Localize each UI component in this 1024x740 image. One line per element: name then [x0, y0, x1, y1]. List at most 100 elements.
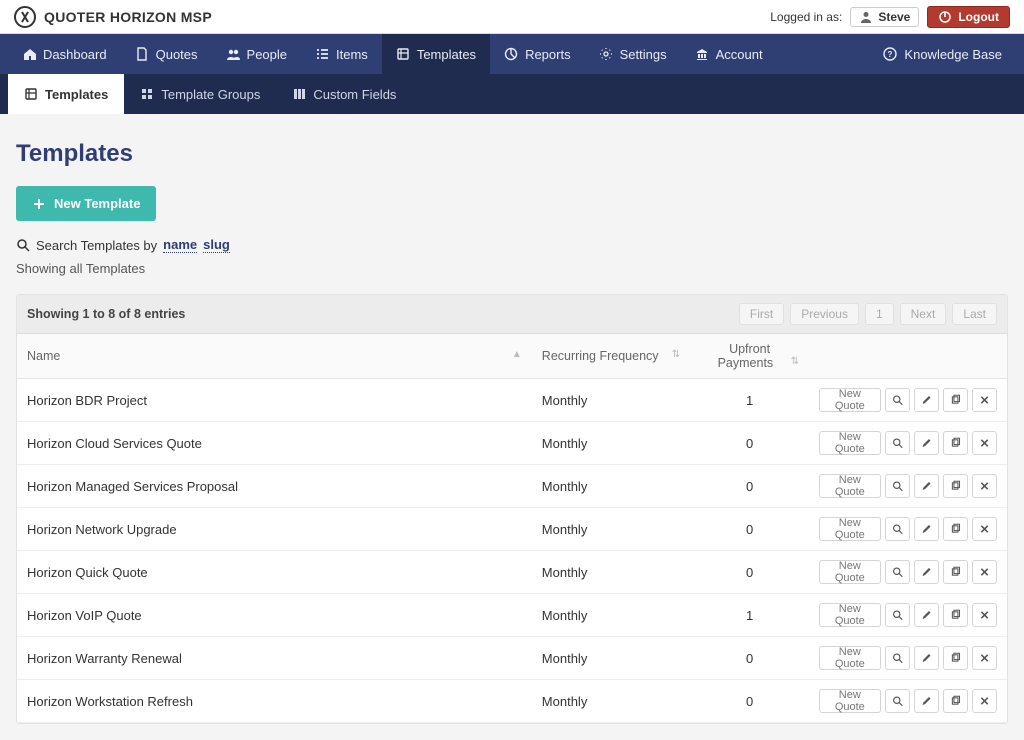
delete-button[interactable]: [972, 431, 997, 455]
nav-templates[interactable]: Templates: [382, 34, 490, 74]
view-button[interactable]: [885, 517, 910, 541]
pager-previous[interactable]: Previous: [790, 303, 859, 325]
copy-icon: [950, 436, 961, 450]
nav-items[interactable]: Items: [301, 34, 382, 74]
new-quote-button[interactable]: New Quote: [819, 646, 881, 670]
nav-reports-label: Reports: [525, 47, 571, 62]
nav-reports[interactable]: Reports: [490, 34, 585, 74]
row-actions: New Quote: [819, 431, 997, 455]
edit-button[interactable]: [914, 646, 939, 670]
copy-icon: [950, 608, 961, 622]
bank-icon: [695, 47, 709, 61]
nav-settings[interactable]: Settings: [585, 34, 681, 74]
copy-icon: [950, 565, 961, 579]
edit-button[interactable]: [914, 560, 939, 584]
entries-text: Showing 1 to 8 of 8 entries: [27, 307, 185, 321]
col-freq[interactable]: Recurring Frequency ⇅: [532, 334, 690, 379]
cell-freq: Monthly: [532, 508, 690, 551]
search-prefix: Search Templates by: [36, 238, 157, 253]
sort-icon: ⇅: [672, 349, 680, 360]
search-by-name-link[interactable]: name: [163, 237, 197, 253]
cell-upfront: 0: [690, 551, 809, 594]
pencil-icon: [921, 479, 932, 493]
logout-label: Logout: [958, 10, 999, 24]
search-icon: [892, 651, 903, 665]
nav-account[interactable]: Account: [681, 34, 777, 74]
cell-freq: Monthly: [532, 422, 690, 465]
new-quote-button[interactable]: New Quote: [819, 388, 881, 412]
pager-page-1[interactable]: 1: [865, 303, 894, 325]
new-quote-button[interactable]: New Quote: [819, 474, 881, 498]
view-button[interactable]: [885, 431, 910, 455]
cell-upfront: 0: [690, 680, 809, 723]
new-quote-button[interactable]: New Quote: [819, 431, 881, 455]
nav-items-label: Items: [336, 47, 368, 62]
search-row: Search Templates by name slug: [16, 237, 1008, 253]
new-quote-button[interactable]: New Quote: [819, 603, 881, 627]
user-name: Steve: [878, 10, 910, 24]
duplicate-button[interactable]: [943, 560, 968, 584]
cell-name: Horizon VoIP Quote: [17, 594, 532, 637]
cell-freq: Monthly: [532, 594, 690, 637]
col-name[interactable]: Name ▲: [17, 334, 532, 379]
cell-freq: Monthly: [532, 680, 690, 723]
logout-button[interactable]: Logout: [927, 6, 1010, 28]
delete-button[interactable]: [972, 560, 997, 584]
col-upfront-label: Upfront Payments: [718, 342, 774, 370]
new-quote-button[interactable]: New Quote: [819, 560, 881, 584]
edit-button[interactable]: [914, 474, 939, 498]
table-row: Horizon Cloud Services QuoteMonthly0New …: [17, 422, 1007, 465]
edit-button[interactable]: [914, 603, 939, 627]
user-chip[interactable]: Steve: [850, 7, 919, 27]
nav-quotes[interactable]: Quotes: [121, 34, 212, 74]
delete-button[interactable]: [972, 474, 997, 498]
new-quote-button[interactable]: New Quote: [819, 517, 881, 541]
delete-button[interactable]: [972, 646, 997, 670]
nav-people[interactable]: People: [212, 34, 301, 74]
duplicate-button[interactable]: [943, 646, 968, 670]
delete-button[interactable]: [972, 603, 997, 627]
subnav-templates[interactable]: Templates: [8, 74, 124, 114]
delete-button[interactable]: [972, 388, 997, 412]
view-button[interactable]: [885, 689, 910, 713]
duplicate-button[interactable]: [943, 474, 968, 498]
duplicate-button[interactable]: [943, 517, 968, 541]
new-template-label: New Template: [54, 196, 140, 211]
duplicate-button[interactable]: [943, 388, 968, 412]
duplicate-button[interactable]: [943, 431, 968, 455]
new-quote-button[interactable]: New Quote: [819, 689, 881, 713]
delete-button[interactable]: [972, 517, 997, 541]
view-button[interactable]: [885, 474, 910, 498]
edit-button[interactable]: [914, 388, 939, 412]
pager-first[interactable]: First: [739, 303, 784, 325]
search-icon: [892, 608, 903, 622]
nav-dashboard[interactable]: Dashboard: [8, 34, 121, 74]
brand-name: QUOTER HORIZON MSP: [44, 9, 212, 25]
duplicate-button[interactable]: [943, 603, 968, 627]
template-icon: [24, 87, 38, 101]
col-upfront[interactable]: Upfront Payments ⇅: [690, 334, 809, 379]
view-button[interactable]: [885, 560, 910, 584]
edit-button[interactable]: [914, 431, 939, 455]
pager-next[interactable]: Next: [900, 303, 947, 325]
sort-asc-icon: ▲: [512, 349, 522, 360]
duplicate-button[interactable]: [943, 689, 968, 713]
edit-button[interactable]: [914, 689, 939, 713]
subnav-custom-fields[interactable]: Custom Fields: [276, 74, 412, 114]
search-by-slug-link[interactable]: slug: [203, 237, 230, 253]
pager-last[interactable]: Last: [952, 303, 997, 325]
nav-knowledge-base[interactable]: Knowledge Base: [869, 34, 1016, 74]
view-button[interactable]: [885, 388, 910, 412]
new-template-button[interactable]: New Template: [16, 186, 156, 221]
nav-account-label: Account: [716, 47, 763, 62]
close-icon: [979, 436, 990, 450]
cell-freq: Monthly: [532, 379, 690, 422]
delete-button[interactable]: [972, 689, 997, 713]
subnav-template-groups[interactable]: Template Groups: [124, 74, 276, 114]
view-button[interactable]: [885, 646, 910, 670]
copy-icon: [950, 479, 961, 493]
edit-button[interactable]: [914, 517, 939, 541]
copy-icon: [950, 522, 961, 536]
pie-icon: [504, 47, 518, 61]
view-button[interactable]: [885, 603, 910, 627]
